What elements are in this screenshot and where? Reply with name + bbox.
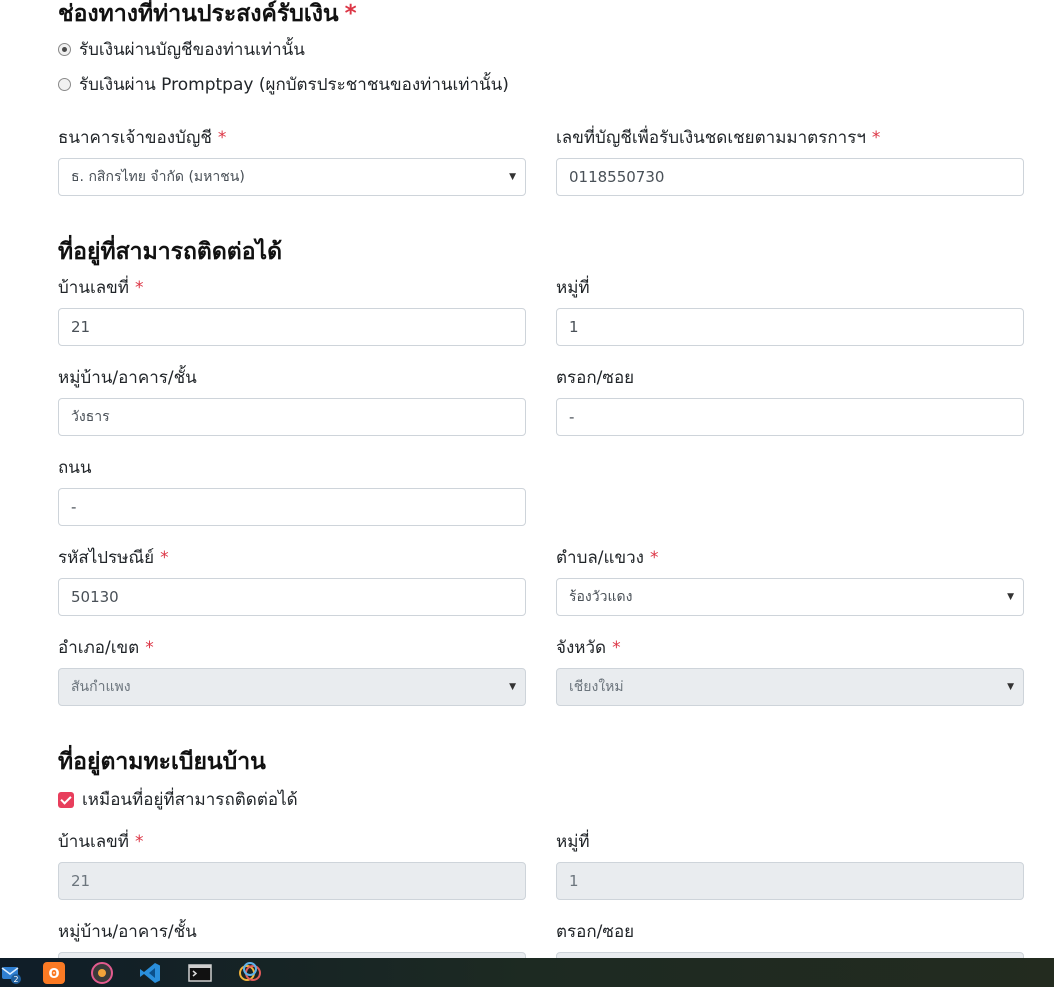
form-page: ช่องทางที่ท่านประสงค์รับเงิน * รับเงินผ่า… — [0, 0, 1054, 958]
vscode-icon[interactable] — [138, 961, 162, 985]
moo-label: หมู่ที่ — [556, 278, 590, 298]
radio-promptpay[interactable] — [58, 78, 71, 91]
village-label: หมู่บ้าน/อาคาร/ชั้น — [58, 368, 197, 388]
taskbar: 2 ʘ — [0, 958, 1054, 987]
road-label: ถนน — [58, 458, 92, 478]
payment-heading: ช่องทางที่ท่านประสงค์รับเงิน * — [58, 1, 357, 27]
reg-house-no-input[interactable]: 21 — [58, 862, 526, 900]
app-icon[interactable] — [238, 961, 262, 985]
account-label: เลขที่บัญชีเพื่อรับเงินชดเชยตามมาตรการฯ * — [556, 128, 881, 148]
road-input[interactable]: - — [58, 488, 526, 526]
reg-village-label: หมู่บ้าน/อาคาร/ชั้น — [58, 922, 197, 942]
province-label: จังหวัด * — [556, 638, 621, 658]
house-no-input[interactable]: 21 — [58, 308, 526, 346]
bank-label: ธนาคารเจ้าของบัญชี * — [58, 128, 227, 148]
reg-moo-label: หมู่ที่ — [556, 832, 590, 852]
subdistrict-label: ตำบล/แขวง * — [556, 548, 659, 568]
postcode-input[interactable]: 50130 — [58, 578, 526, 616]
same-address-checkbox[interactable] — [58, 791, 74, 808]
postcode-label: รหัสไปรษณีย์ * — [58, 548, 169, 568]
moo-input[interactable]: 1 — [556, 308, 1024, 346]
reg-soi-label: ตรอก/ซอย — [556, 922, 635, 942]
chevron-down-icon: ▼ — [509, 682, 516, 692]
soi-input[interactable]: - — [556, 398, 1024, 436]
chevron-down-icon: ▼ — [1007, 592, 1014, 602]
soi-label: ตรอก/ซอย — [556, 368, 635, 388]
subdistrict-select[interactable]: ร้องวัวแดง ▼ — [556, 578, 1024, 616]
media-player-icon[interactable] — [90, 961, 114, 985]
account-number-input[interactable]: 0118550730 — [556, 158, 1024, 196]
contact-address-heading: ที่อยู่ที่สามารถติดต่อได้ — [58, 239, 283, 265]
payment-option-account[interactable]: รับเงินผ่านบัญชีของท่านเท่านั้น — [58, 36, 305, 63]
mail-icon[interactable]: 2 — [0, 961, 24, 985]
chevron-down-icon: ▼ — [1007, 682, 1014, 692]
bank-select[interactable]: ธ. กสิกรไทย จำกัด (มหาชน) ▼ — [58, 158, 526, 196]
reg-moo-input[interactable]: 1 — [556, 862, 1024, 900]
house-no-label: บ้านเลขที่ * — [58, 278, 144, 298]
province-select[interactable]: เชียงใหม่ ▼ — [556, 668, 1024, 706]
svg-text:ʘ: ʘ — [48, 967, 59, 982]
payment-option-promptpay[interactable]: รับเงินผ่าน Promptpay (ผูกบัตรประชาชนของ… — [58, 71, 509, 98]
svg-text:2: 2 — [13, 975, 18, 984]
district-label: อำเภอ/เขต * — [58, 638, 154, 658]
xampp-icon[interactable]: ʘ — [42, 961, 66, 985]
terminal-icon[interactable] — [188, 961, 212, 985]
registered-address-heading: ที่อยู่ตามทะเบียนบ้าน — [58, 749, 266, 775]
reg-house-no-label: บ้านเลขที่ * — [58, 832, 144, 852]
chevron-down-icon: ▼ — [509, 172, 516, 182]
radio-account[interactable] — [58, 43, 71, 56]
district-select[interactable]: สันกำแพง ▼ — [58, 668, 526, 706]
village-input[interactable]: วังธาร — [58, 398, 526, 436]
same-address-checkbox-row[interactable]: เหมือนที่อยู่ที่สามารถติดต่อได้ — [58, 786, 298, 813]
